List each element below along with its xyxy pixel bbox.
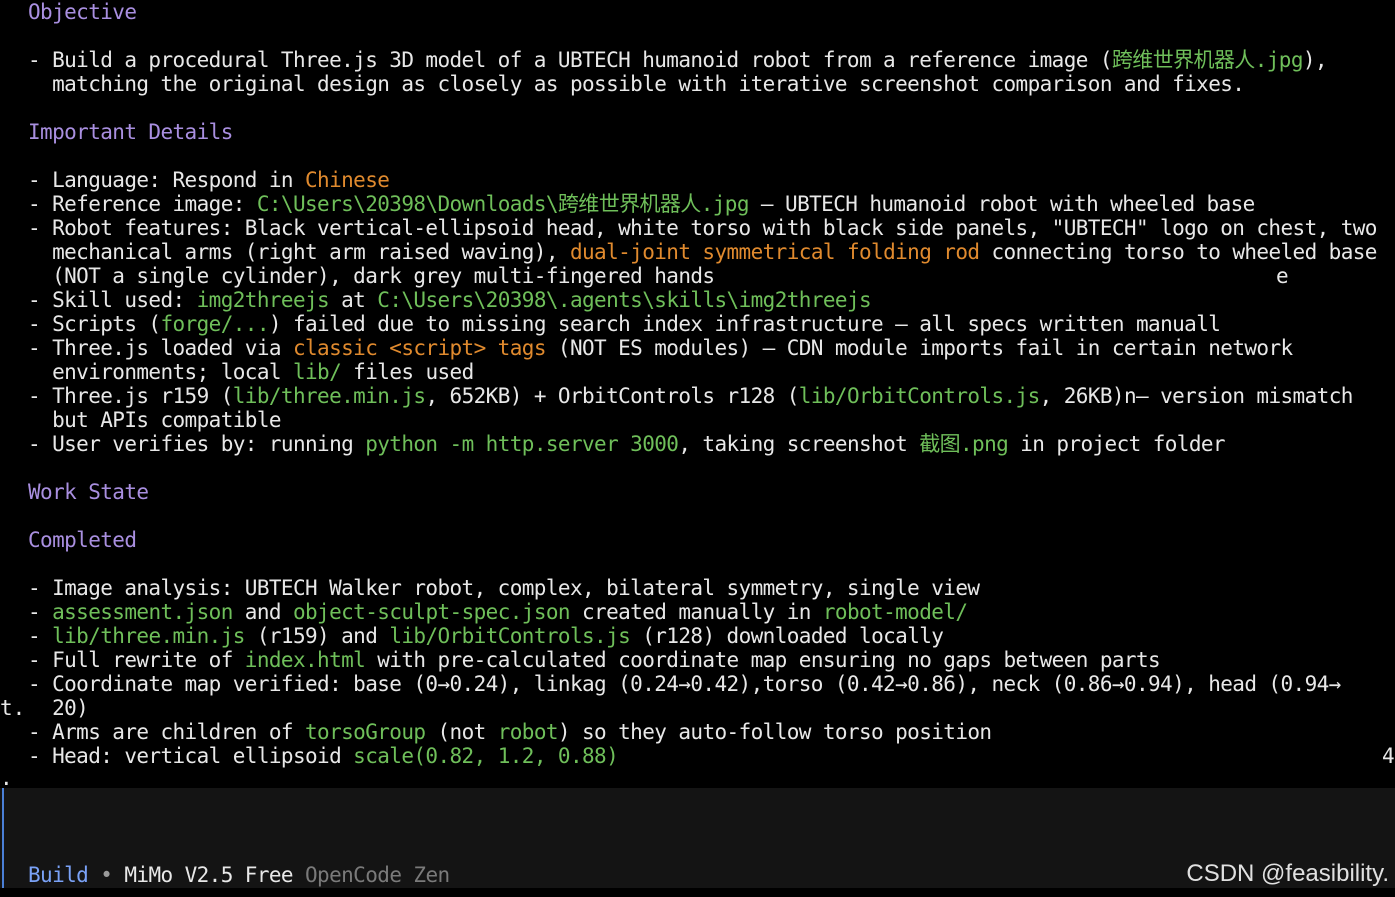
completed-coordinate-map-1: - Coordinate map verified: base (0→0.24)… <box>28 672 1341 696</box>
detail-reference-image: - Reference image: C:\Users\20398\Downlo… <box>28 192 1255 216</box>
text-segment: (NOT ES modules) — CDN module imports fa… <box>545 336 1293 360</box>
stray-char: . <box>0 766 13 788</box>
server-command: python -m http.server 3000 <box>365 432 679 456</box>
text-segment: , 26KB)n— version mismatch <box>1039 384 1354 408</box>
stray-char: e <box>1276 264 1289 288</box>
reference-path: C:\Users\20398\Downloads\跨维世界机器人.jpg <box>256 192 750 216</box>
detail-version-1: - Three.js r159 (lib/three.min.js, 652KB… <box>28 384 1353 408</box>
text-segment: - Skill used: <box>28 288 197 312</box>
completed-rewrite: - Full rewrite of index.html with pre-ca… <box>28 648 1161 672</box>
terminal-output: Objective - Build a procedural Three.js … <box>0 0 1395 788</box>
text-segment: (not <box>425 720 498 744</box>
text-segment: - Head: vertical ellipsoid <box>28 744 354 768</box>
text-segment: - Three.js r159 ( <box>28 384 233 408</box>
scripts-path: forge/... <box>160 312 269 336</box>
completed-image-analysis: - Image analysis: UBTECH Walker robot, c… <box>28 576 980 600</box>
text-segment: (r159) and <box>244 624 390 648</box>
mode-label[interactable]: Build <box>28 863 89 887</box>
skill-name: img2threejs <box>196 288 330 312</box>
orbit-lib-path: lib/OrbitControls.js <box>798 384 1040 408</box>
stray-char: t. <box>0 696 26 720</box>
model-name[interactable]: MiMo V2.5 Free <box>124 863 293 887</box>
index-file: index.html <box>244 648 366 672</box>
skill-path: C:\Users\20398\.agents\skills\img2threej… <box>377 288 872 312</box>
input-focus-bar <box>2 788 4 888</box>
stray-char: 4 <box>1382 744 1395 768</box>
three-lib-path: lib/three.min.js <box>232 384 426 408</box>
text-segment: connecting torso to wheeled base <box>979 240 1377 264</box>
text-segment: with pre-calculated coordinate map ensur… <box>365 648 1161 672</box>
text-segment: - <box>28 600 53 624</box>
completed-arms: - Arms are children of torsoGroup (not r… <box>28 720 992 744</box>
text-segment: mechanical arms (right arm raised waving… <box>28 240 570 264</box>
spec-file: object-sculpt-spec.json <box>292 600 571 624</box>
completed-coordinate-map-2: 20) <box>28 696 89 720</box>
detail-version-2: but APIs compatible <box>28 408 281 432</box>
completed-assessment: - assessment.json and object-sculpt-spec… <box>28 600 968 624</box>
text-segment: , 652KB) + OrbitControls r128 ( <box>425 384 799 408</box>
screenshot-filename: 截图.png <box>919 432 1009 456</box>
text-segment: files used <box>341 360 474 384</box>
text-segment: - Arms are children of <box>28 720 305 744</box>
objective-line-1: - Build a procedural Three.js 3D model o… <box>28 48 1328 72</box>
text-segment: - Scripts ( <box>28 312 161 336</box>
provider-name: OpenCode Zen <box>292 863 450 887</box>
language-value: Chinese <box>305 168 390 192</box>
loading-method: classic <script> tags <box>292 336 547 360</box>
lib-folder: lib/ <box>292 360 342 384</box>
text-segment: - <box>28 624 53 648</box>
important-details-heading: Important Details <box>28 120 233 144</box>
text-segment: ) so they auto-follow torso position <box>557 720 992 744</box>
text-segment: - Language: Respond in <box>28 168 305 192</box>
reference-filename: 跨维世界机器人.jpg <box>1111 48 1304 72</box>
three-lib-path: lib/three.min.js <box>52 624 245 648</box>
assessment-file: assessment.json <box>52 600 233 624</box>
status-separator: • <box>88 863 125 887</box>
detail-threejs-1: - Three.js loaded via classic <script> t… <box>28 336 1293 360</box>
text-segment: - User verifies by: running <box>28 432 366 456</box>
text-segment: and <box>232 600 293 624</box>
head-scale: scale(0.82, 1.2, 0.88) <box>353 744 619 768</box>
text-segment: environments; local <box>28 360 293 384</box>
completed-head: - Head: vertical ellipsoid scale(0.82, 1… <box>28 744 619 768</box>
detail-threejs-2: environments; local lib/ files used <box>28 360 474 384</box>
detail-features-3: (NOT a single cylinder), dark grey multi… <box>28 264 715 288</box>
text-segment: — UBTECH humanoid robot with wheeled bas… <box>748 192 1255 216</box>
completed-heading: Completed <box>28 528 137 552</box>
objective-line-2: matching the original design as closely … <box>28 72 1245 96</box>
text-segment: ), <box>1302 48 1328 72</box>
text-segment: - Three.js loaded via <box>28 336 293 360</box>
work-state-heading: Work State <box>28 480 149 504</box>
detail-features-2: mechanical arms (right arm raised waving… <box>28 240 1377 264</box>
detail-user-verify: - User verifies by: running python -m ht… <box>28 432 1226 456</box>
text-segment: at <box>329 288 378 312</box>
completed-libs: - lib/three.min.js (r159) and lib/OrbitC… <box>28 624 944 648</box>
text-segment: created manually in <box>569 600 823 624</box>
text-segment: - Reference image: <box>28 192 257 216</box>
orbit-lib-path: lib/OrbitControls.js <box>389 624 631 648</box>
detail-features-1: - Robot features: Black vertical-ellipso… <box>28 216 1377 240</box>
torso-group-name: torsoGroup <box>305 720 426 744</box>
bottom-strip <box>0 888 1395 897</box>
text-segment: ) failed due to missing search index inf… <box>268 312 1221 336</box>
text-segment: (r128) downloaded locally <box>630 624 944 648</box>
csdn-watermark: CSDN @feasibility. <box>1186 860 1389 887</box>
model-folder: robot-model/ <box>822 600 968 624</box>
objective-heading: Objective <box>28 0 137 24</box>
text-segment: - Full rewrite of <box>28 648 245 672</box>
robot-name: robot <box>497 720 559 744</box>
feature-highlight: dual-joint symmetrical folding rod <box>569 240 980 264</box>
detail-language: - Language: Respond in Chinese <box>28 168 390 192</box>
detail-scripts: - Scripts (forge/...) failed due to miss… <box>28 312 1221 336</box>
detail-skill: - Skill used: img2threejs at C:\Users\20… <box>28 288 872 312</box>
text-segment: , taking screenshot <box>678 432 920 456</box>
text-segment: - Build a procedural Three.js 3D model o… <box>28 48 1112 72</box>
text-segment: in project folder <box>1008 432 1225 456</box>
status-bar: Build • MiMo V2.5 Free OpenCode Zen <box>28 863 450 887</box>
